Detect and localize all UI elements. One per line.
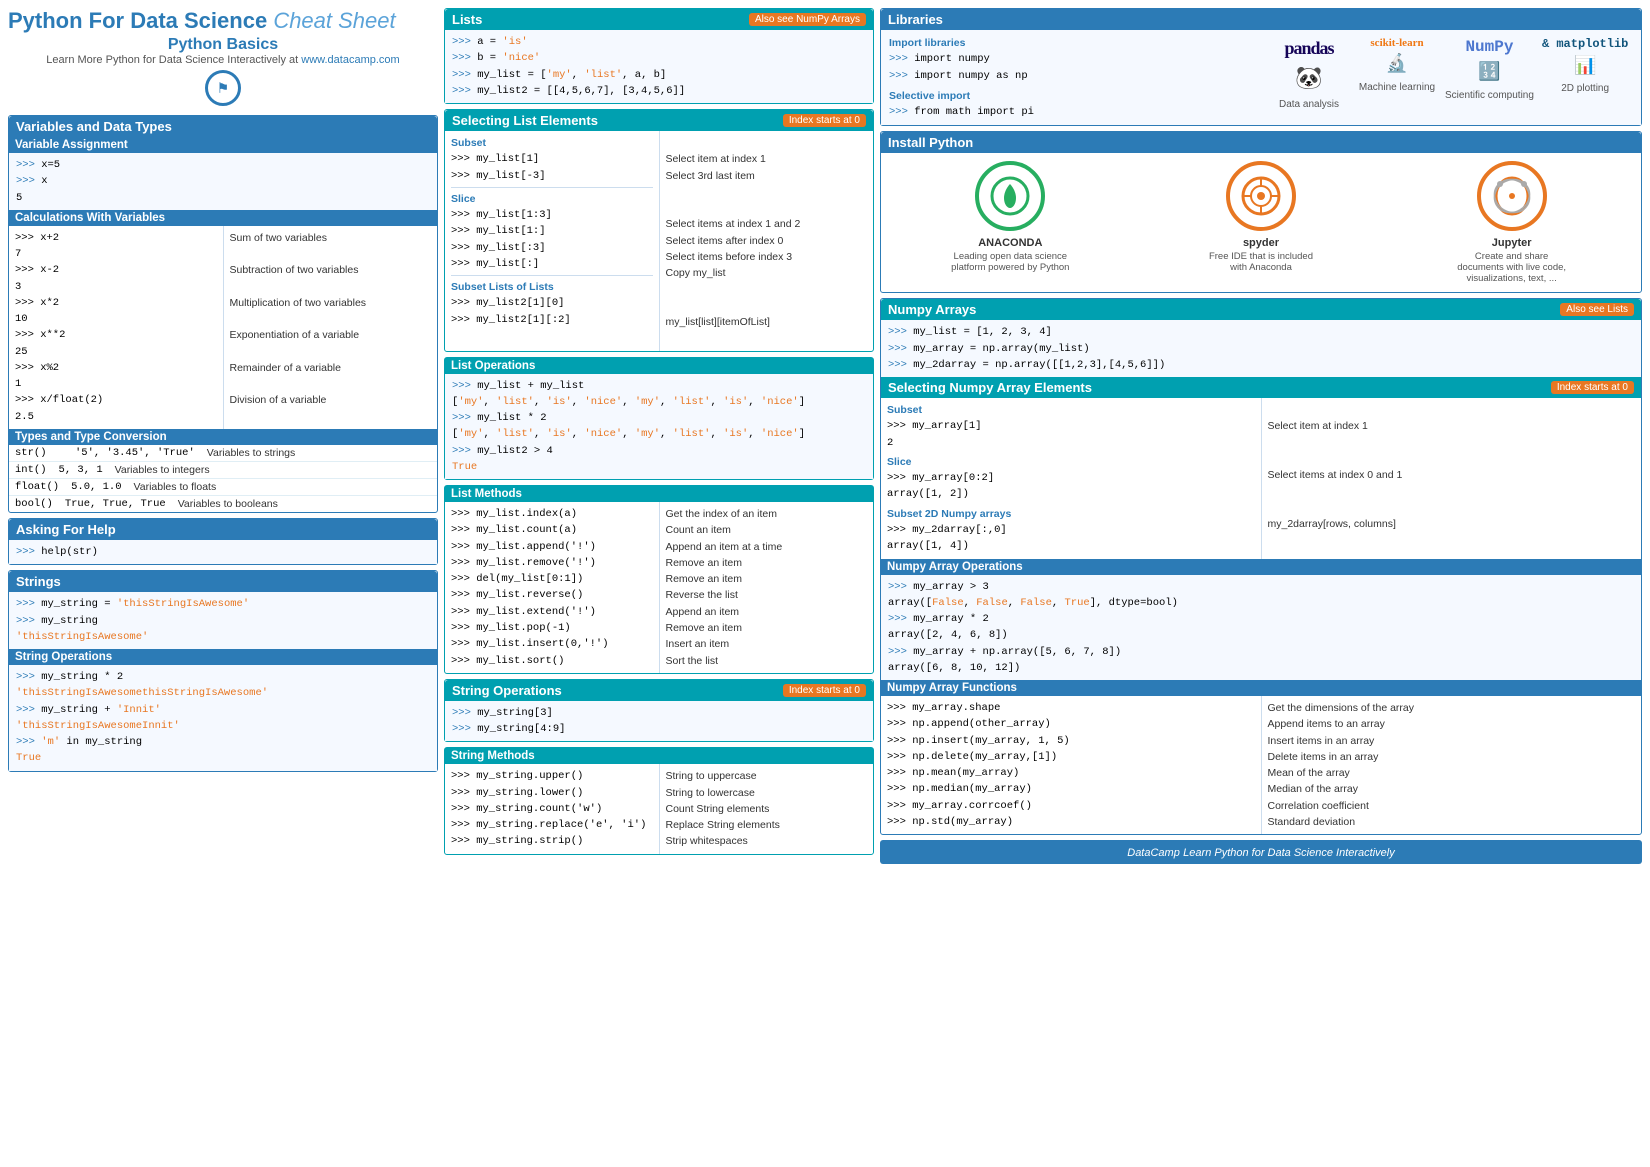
libraries-code: Import libraries >>> import numpy >>> im… — [881, 30, 1261, 125]
lists-header: Lists Also see NumPy Arrays — [445, 9, 873, 30]
learn-more-text: Learn More Python for Data Science Inter… — [8, 54, 438, 66]
selecting-list-code: Subset >>> my_list[1] >>> my_list[-3] Sl… — [445, 131, 660, 350]
page-header: Python For Data Science Cheat Sheet Pyth… — [8, 8, 438, 106]
matplotlib-logo: & matplotlib 📊 2D plotting — [1542, 35, 1628, 97]
calculations-content: >>> x+2 7 >>> x-2 3 >>> x*2 10 >>> x**2 … — [9, 226, 437, 429]
asking-help-header: Asking For Help — [9, 519, 437, 540]
numpy-arrays-section: Numpy Arrays Also see Lists >>> my_list … — [880, 298, 1642, 835]
list-methods-descriptions: Get the index of an item Count an item A… — [660, 502, 874, 673]
jupyter-icon — [1490, 174, 1534, 218]
spyder-item: spyder Free IDE that is included with An… — [1201, 161, 1321, 284]
selecting-numpy-content: Subset >>> my_array[1] 2 Slice >>> my_ar… — [881, 398, 1641, 558]
table-row: bool() True, True, True Variables to boo… — [9, 496, 437, 512]
asking-help-section: Asking For Help >>> help(str) — [8, 518, 438, 565]
lists-section: Lists Also see NumPy Arrays >>> a = 'is'… — [444, 8, 874, 104]
footer-brand: DataCamp — [1127, 847, 1180, 859]
numpy-arrays-code: >>> my_list = [1, 2, 3, 4] >>> my_array … — [881, 320, 1641, 377]
string-methods-section: String Methods >>> my_string.upper() >>>… — [444, 747, 874, 854]
variables-data-types-section: Variables and Data Types Variable Assign… — [8, 115, 438, 513]
lib-logos-area: pandas 🐼 Data analysis scikit-learn 🔬 Ma… — [1261, 30, 1641, 125]
libraries-header: Libraries — [881, 9, 1641, 30]
pandas-logo: pandas 🐼 Data analysis — [1269, 35, 1349, 112]
badge-circle: ⚑ — [205, 70, 241, 106]
string-methods-header: String Methods — [445, 748, 873, 764]
string-methods-code: >>> my_string.upper() >>> my_string.lowe… — [445, 764, 660, 853]
numpy-arrays-header: Numpy Arrays Also see Lists — [881, 299, 1641, 320]
numpy-funcs-descriptions: Get the dimensions of the array Append i… — [1262, 696, 1642, 834]
anaconda-item: ANACONDA Leading open data science platf… — [950, 161, 1070, 284]
index-starts-badge: Index starts at 0 — [783, 114, 866, 127]
also-see-numpy-badge: Also see NumPy Arrays — [749, 13, 866, 26]
types-header: Types and Type Conversion — [9, 429, 437, 445]
variable-assignment-code: >>> x=5 >>> x 5 — [9, 153, 437, 210]
libraries-content: Import libraries >>> import numpy >>> im… — [881, 30, 1641, 125]
datacamp-badge: ⚑ — [8, 70, 438, 106]
jupyter-item: Jupyter Create and share documents with … — [1452, 161, 1572, 284]
anaconda-icon — [990, 176, 1030, 216]
list-methods-header: List Methods — [445, 486, 873, 502]
list-ops-section: List Operations >>> my_list + my_list ['… — [444, 357, 874, 481]
datacamp-link[interactable]: www.datacamp.com — [301, 54, 399, 66]
libraries-section: Libraries Import libraries >>> import nu… — [880, 8, 1642, 126]
table-row: str() '5', '3.45', 'True' Variables to s… — [9, 445, 437, 462]
asking-help-code: >>> help(str) — [9, 540, 437, 564]
variables-section-header: Variables and Data Types — [9, 116, 437, 137]
list-methods-code: >>> my_list.index(a) >>> my_list.count(a… — [445, 502, 660, 673]
strings-header: Strings — [9, 571, 437, 592]
also-see-lists-badge: Also see Lists — [1560, 303, 1634, 316]
list-methods-content: >>> my_list.index(a) >>> my_list.count(a… — [445, 502, 873, 673]
sklearn-logo: scikit-learn 🔬 Machine learning — [1357, 35, 1437, 95]
footer-tagline: Learn Python for Data Science Interactiv… — [1183, 847, 1395, 859]
page-subtitle: Python Basics — [8, 36, 438, 54]
footer: DataCamp Learn Python for Data Science I… — [880, 840, 1642, 864]
selecting-list-section: Selecting List Elements Index starts at … — [444, 109, 874, 351]
string-ops2-section: String Operations Index starts at 0 >>> … — [444, 679, 874, 743]
strings-section: Strings >>> my_string = 'thisStringIsAwe… — [8, 570, 438, 771]
index-starts-badge2: Index starts at 0 — [783, 684, 866, 697]
numpy-funcs-code: >>> my_array.shape >>> np.append(other_a… — [881, 696, 1262, 834]
calculations-code: >>> x+2 7 >>> x-2 3 >>> x*2 10 >>> x**2 … — [9, 226, 224, 429]
string-methods-descriptions: String to uppercase String to lowercase … — [660, 764, 874, 853]
table-row: float() 5.0, 1.0 Variables to floats — [9, 479, 437, 496]
list-ops-header: List Operations — [445, 358, 873, 374]
variable-assignment-header: Variable Assignment — [9, 137, 437, 153]
list-ops-code: >>> my_list + my_list ['my', 'list', 'is… — [445, 374, 873, 480]
install-python-section: Install Python ANACONDA Leading open dat… — [880, 131, 1642, 293]
string-ops2-code: >>> my_string[3] >>> my_string[4:9] — [445, 701, 873, 742]
calculations-header: Calculations With Variables — [9, 210, 437, 226]
lists-code: >>> a = 'is' >>> b = 'nice' >>> my_list … — [445, 30, 873, 103]
table-row: int() 5, 3, 1 Variables to integers — [9, 462, 437, 479]
install-python-header: Install Python — [881, 132, 1641, 153]
install-icons-area: ANACONDA Leading open data science platf… — [881, 153, 1641, 292]
selecting-list-descriptions: Select item at index 1 Select 3rd last i… — [660, 131, 874, 350]
strings-code: >>> my_string = 'thisStringIsAwesome' >>… — [9, 592, 437, 649]
selecting-numpy-header: Selecting Numpy Array Elements Index sta… — [881, 377, 1641, 398]
list-methods-section: List Methods >>> my_list.index(a) >>> my… — [444, 485, 874, 674]
numpy-ops-header: Numpy Array Operations — [881, 559, 1641, 575]
selecting-numpy-descriptions: Select item at index 1 Select items at i… — [1262, 398, 1642, 558]
page-title: Python For Data Science Cheat Sheet — [8, 8, 438, 34]
selecting-numpy-code: Subset >>> my_array[1] 2 Slice >>> my_ar… — [881, 398, 1262, 558]
numpy-ops-code: >>> my_array > 3 array([False, False, Fa… — [881, 575, 1641, 681]
string-ops-header: String Operations — [9, 649, 437, 665]
string-ops2-header: String Operations Index starts at 0 — [445, 680, 873, 701]
string-methods-content: >>> my_string.upper() >>> my_string.lowe… — [445, 764, 873, 853]
index-starts-badge3: Index starts at 0 — [1551, 381, 1634, 394]
selecting-list-header: Selecting List Elements Index starts at … — [445, 110, 873, 131]
numpy-funcs-header: Numpy Array Functions — [881, 680, 1641, 696]
types-table: str() '5', '3.45', 'True' Variables to s… — [9, 445, 437, 512]
numpy-logo: NumPy 🔢 Scientific computing — [1445, 35, 1534, 103]
libraries-code-area: Import libraries >>> import numpy >>> im… — [881, 30, 1641, 125]
spyder-icon — [1239, 174, 1283, 218]
numpy-funcs-content: >>> my_array.shape >>> np.append(other_a… — [881, 696, 1641, 834]
selecting-list-content: Subset >>> my_list[1] >>> my_list[-3] Sl… — [445, 131, 873, 350]
calculations-descriptions: Sum of two variables Subtraction of two … — [224, 226, 438, 429]
string-ops-code: >>> my_string * 2 'thisStringIsAwesometh… — [9, 665, 437, 771]
